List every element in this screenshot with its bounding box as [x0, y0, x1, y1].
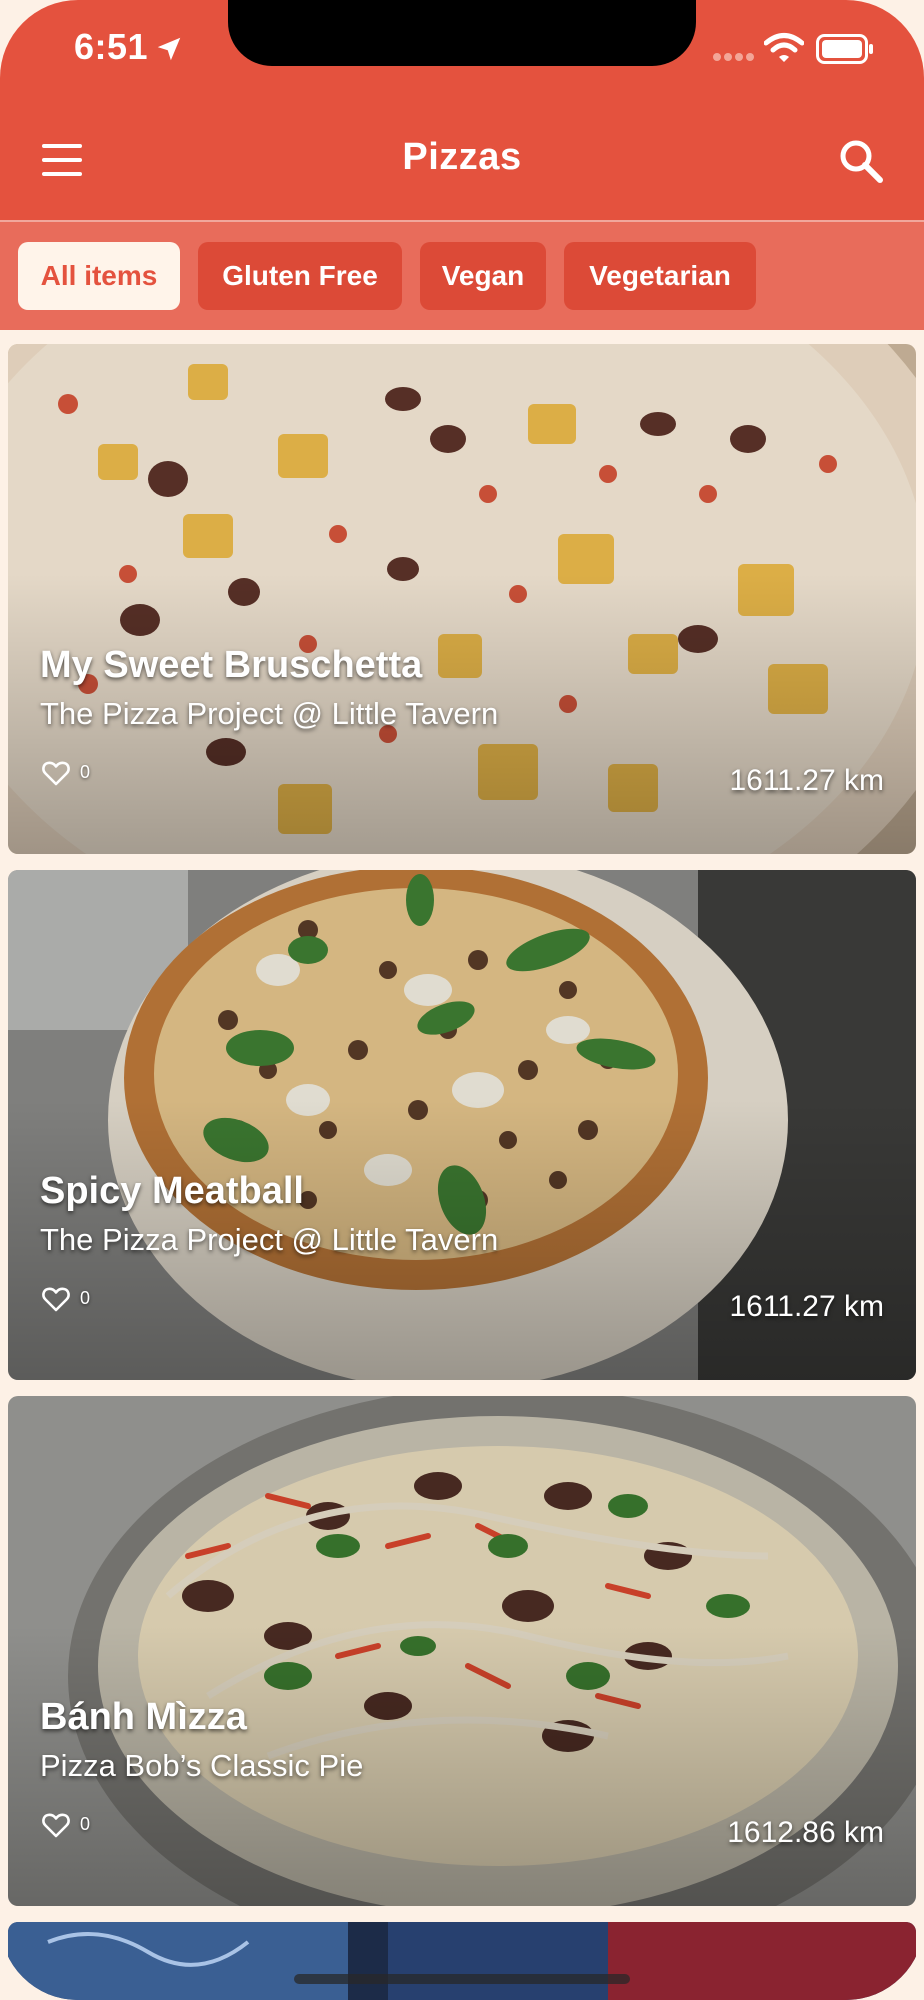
filter-chip-vegetarian[interactable]: Vegetarian [564, 242, 756, 310]
pizza-card[interactable]: Spicy Meatball The Pizza Project @ Littl… [8, 870, 916, 1380]
home-indicator[interactable] [294, 1974, 630, 1984]
item-distance: 1612.86 km [727, 1816, 884, 1849]
pizza-photo [8, 1922, 916, 2000]
heart-icon[interactable] [42, 1286, 70, 1312]
filter-chip-gluten-free[interactable]: Gluten Free [198, 242, 402, 310]
heart-icon[interactable] [42, 1812, 70, 1838]
wifi-icon [764, 33, 804, 62]
filter-chip-all-items[interactable]: All items [18, 242, 180, 310]
like-count: 0 [80, 762, 91, 782]
app-header: 6:51 Pizzas [0, 0, 924, 220]
item-name: My Sweet Bruschetta [40, 644, 423, 686]
location-arrow-icon [157, 37, 181, 61]
item-venue: Pizza Bob’s Classic Pie [40, 1748, 364, 1783]
like-count: 0 [80, 1814, 91, 1834]
item-name: Spicy Meatball [40, 1170, 304, 1212]
pizza-card[interactable]: My Sweet Bruschetta The Pizza Project @ … [8, 344, 916, 854]
heart-icon[interactable] [42, 760, 70, 786]
status-time: 6:51 [74, 26, 149, 67]
filter-bar: All items Gluten Free Vegan Vegetarian [0, 222, 924, 330]
item-distance: 1611.27 km [729, 1290, 884, 1323]
cellular-signal-icon [713, 53, 754, 61]
pizza-card[interactable]: Bánh Mìzza Pizza Bob’s Classic Pie 0 161… [8, 1396, 916, 1906]
page-title: Pizzas [402, 136, 522, 178]
app-screen: 6:51 Pizzas All items Gluten Free Vegan … [0, 0, 924, 2000]
like-count: 0 [80, 1288, 91, 1308]
item-venue: The Pizza Project @ Little Tavern [40, 696, 499, 731]
pizza-card[interactable] [8, 1922, 916, 2000]
device-notch [228, 0, 696, 66]
item-venue: The Pizza Project @ Little Tavern [40, 1222, 499, 1257]
battery-icon [816, 34, 873, 64]
filter-chip-vegan[interactable]: Vegan [420, 242, 546, 310]
search-icon[interactable] [836, 136, 886, 186]
item-name: Bánh Mìzza [40, 1696, 247, 1738]
item-distance: 1611.27 km [729, 764, 884, 797]
